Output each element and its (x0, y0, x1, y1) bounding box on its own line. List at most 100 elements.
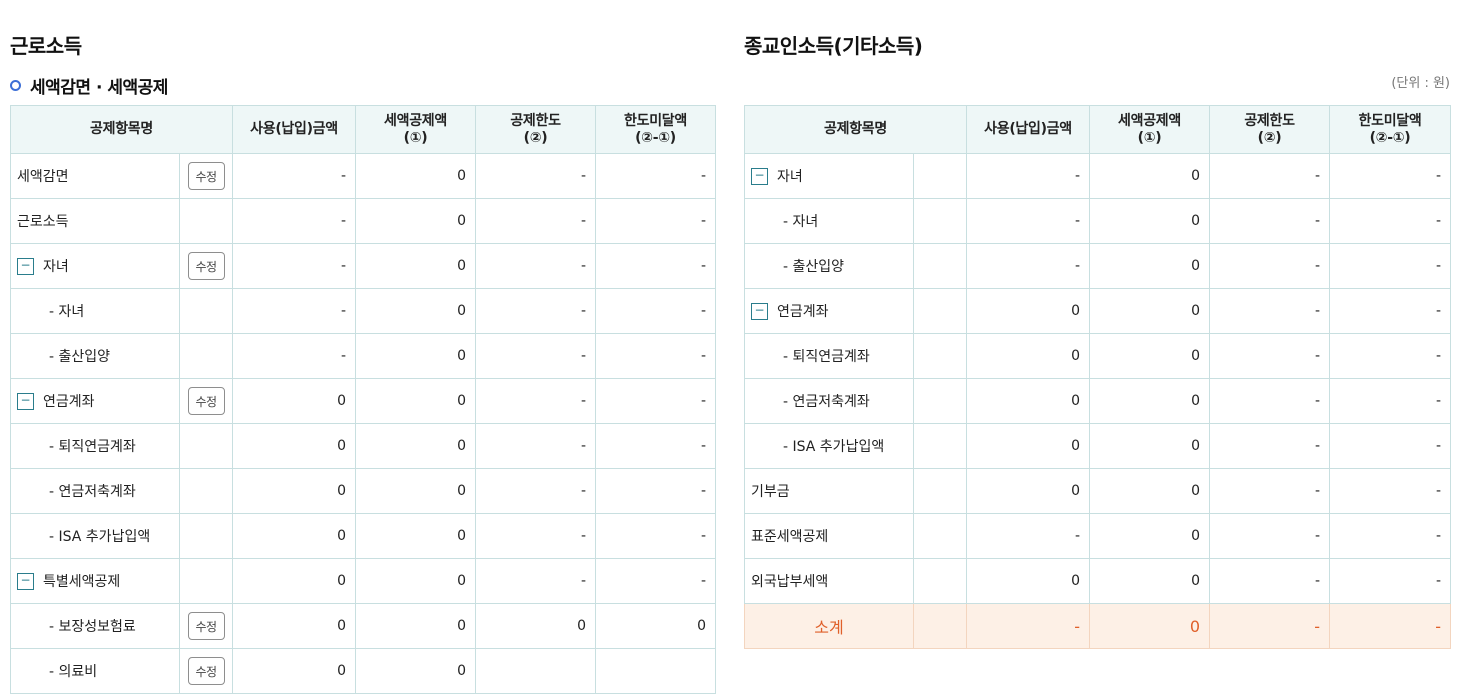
header-limit-line1: 공제한도 (1244, 112, 1295, 129)
edit-button[interactable]: 수정 (187, 252, 225, 280)
amount-cell: - (232, 243, 356, 289)
table-row: - 퇴직연금계좌 0 0 - - (10, 423, 716, 469)
edit-button[interactable]: 수정 (187, 657, 225, 685)
table-row: - 연금저축계좌 0 0 - - (10, 468, 716, 514)
shortfall-cell: - (1329, 243, 1451, 289)
amount-cell: 0 (232, 468, 356, 514)
amount-cell: 0 (966, 558, 1090, 604)
table-header-row: 공제항목명 사용(납입)금액 세액공제액 (①) 공제한도 (②) 한도미달액 (②-… (10, 105, 716, 154)
credit-cell: 0 (1089, 153, 1210, 199)
collapse-minus-icon[interactable]: − (17, 392, 34, 410)
circle-bullet-icon (10, 79, 21, 91)
subtotal-limit: - (1209, 603, 1330, 649)
row-action-cell: 수정 (179, 243, 233, 289)
shortfall-cell: - (595, 423, 716, 469)
shortfall-cell: - (1329, 423, 1451, 469)
shortfall-cell (595, 648, 716, 694)
shortfall-cell: - (1329, 333, 1451, 379)
collapse-minus-icon[interactable]: − (17, 257, 34, 275)
shortfall-cell: - (595, 153, 716, 199)
header-shortfall-line2: (②-①) (1369, 129, 1411, 146)
limit-cell: 0 (475, 603, 596, 649)
row-action-cell (913, 513, 967, 559)
header-amount: 사용(납입)금액 (232, 105, 356, 154)
table-row: - 퇴직연금계좌 0 0 - - (744, 333, 1451, 379)
credit-cell: 0 (355, 468, 476, 514)
amount-cell: - (966, 243, 1090, 289)
row-action-cell (179, 423, 233, 469)
amount-cell: - (966, 153, 1090, 199)
header-item-name: 공제항목명 (744, 105, 967, 154)
limit-cell: - (475, 423, 596, 469)
table-row: - 출산입양 - 0 - - (10, 333, 716, 379)
header-amount: 사용(납입)금액 (966, 105, 1090, 154)
amount-cell: 0 (966, 468, 1090, 514)
shortfall-cell: - (595, 198, 716, 244)
row-label: - 의료비 (10, 648, 180, 694)
limit-cell: - (1209, 558, 1330, 604)
row-label: - 출산입양 (10, 333, 180, 379)
shortfall-cell: - (595, 513, 716, 559)
table-row: - 자녀 - 0 - - (10, 288, 716, 334)
limit-cell (475, 648, 596, 694)
header-shortfall: 한도미달액 (②-①) (1329, 105, 1451, 154)
table-row: - 보장성보험료 수정 0 0 0 0 (10, 603, 716, 649)
tax-reduction-credit-subtitle: 세액감면 · 세액공제 (10, 73, 168, 98)
amount-cell: 0 (232, 603, 356, 649)
limit-cell: - (1209, 153, 1330, 199)
shortfall-cell: - (595, 468, 716, 514)
row-action-cell (179, 333, 233, 379)
row-label: 기부금 (744, 468, 914, 514)
header-limit-line1: 공제한도 (510, 112, 561, 129)
collapse-minus-icon[interactable]: − (17, 572, 34, 590)
header-shortfall: 한도미달액 (②-①) (595, 105, 716, 154)
collapse-minus-icon[interactable]: − (751, 302, 768, 320)
row-label: 특별세액공제 (43, 574, 121, 590)
header-shortfall-line1: 한도미달액 (624, 112, 687, 129)
amount-cell: 0 (232, 648, 356, 694)
row-name-cell: − 특별세액공제 (10, 558, 180, 604)
subtitle-text: 세액감면 · 세액공제 (30, 77, 168, 98)
amount-cell: 0 (966, 378, 1090, 424)
table-row: 근로소득 - 0 - - (10, 198, 716, 244)
table-row: 세액감면 수정 - 0 - - (10, 153, 716, 199)
row-action-cell: 수정 (179, 378, 233, 424)
limit-cell: - (475, 333, 596, 379)
amount-cell: - (966, 513, 1090, 559)
credit-cell: 0 (355, 603, 476, 649)
shortfall-cell: - (595, 243, 716, 289)
credit-cell: 0 (1089, 198, 1210, 244)
row-label: - 출산입양 (744, 243, 914, 289)
amount-cell: - (966, 198, 1090, 244)
header-amount-line1: 사용(납입)금액 (984, 121, 1072, 137)
row-label: 세액감면 (10, 153, 180, 199)
credit-cell: 0 (355, 333, 476, 379)
table-row-group: − 연금계좌 0 0 - - (744, 288, 1451, 334)
table-header-row: 공제항목명 사용(납입)금액 세액공제액 (①) 공제한도 (②) 한도미달액 (②-… (744, 105, 1451, 154)
edit-button[interactable]: 수정 (187, 612, 225, 640)
limit-cell: - (1209, 243, 1330, 289)
row-label: - 자녀 (10, 288, 180, 334)
header-credit-line1: 세액공제액 (1118, 112, 1181, 129)
collapse-minus-icon[interactable]: − (751, 167, 768, 185)
limit-cell: - (1209, 288, 1330, 334)
row-label: 연금계좌 (777, 304, 829, 320)
credit-cell: 0 (355, 243, 476, 289)
edit-button[interactable]: 수정 (187, 162, 225, 190)
edit-button[interactable]: 수정 (187, 387, 225, 415)
table-row: 외국납부세액 0 0 - - (744, 558, 1451, 604)
row-label: - ISA 추가납입액 (10, 513, 180, 559)
row-label: 근로소득 (10, 198, 180, 244)
row-label: - 퇴직연금계좌 (744, 333, 914, 379)
row-label: - 퇴직연금계좌 (10, 423, 180, 469)
row-action-cell (913, 243, 967, 289)
header-shortfall-line1: 한도미달액 (1358, 112, 1422, 129)
credit-cell: 0 (1089, 468, 1210, 514)
amount-cell: 0 (966, 333, 1090, 379)
limit-cell: - (1209, 423, 1330, 469)
row-name-cell: − 연금계좌 (744, 288, 914, 334)
row-label: 자녀 (43, 259, 69, 275)
row-label: - 연금저축계좌 (10, 468, 180, 514)
amount-cell: - (232, 198, 356, 244)
credit-cell: 0 (1089, 378, 1210, 424)
